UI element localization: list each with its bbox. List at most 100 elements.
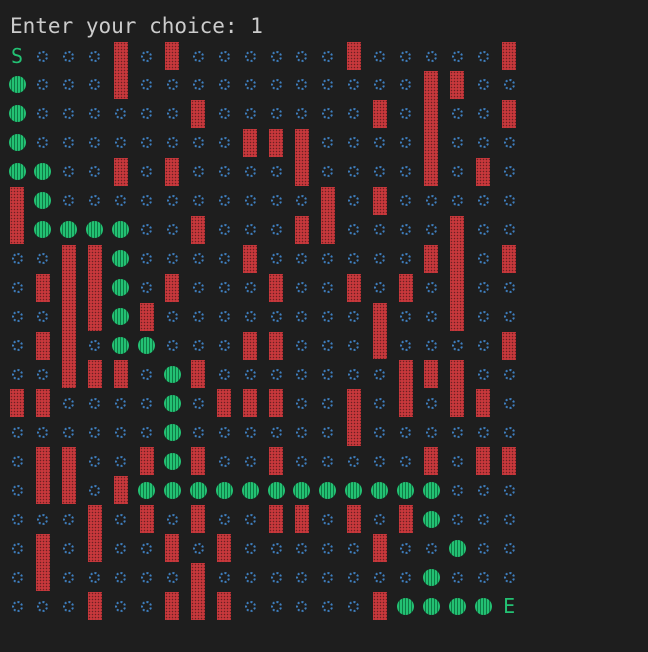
maze-wall <box>35 273 50 302</box>
maze-open-cell <box>451 195 463 207</box>
maze-open-cell <box>348 542 360 554</box>
maze-grid: SE <box>0 0 648 652</box>
maze-wall <box>269 273 283 302</box>
maze-wall <box>502 99 517 128</box>
maze-open-cell <box>477 282 489 294</box>
maze-wall <box>35 389 50 418</box>
maze-wall <box>476 447 491 476</box>
maze-open-cell <box>451 108 463 120</box>
maze-wall <box>191 215 206 244</box>
maze-open-cell <box>218 224 230 236</box>
maze-open-cell <box>348 600 360 612</box>
maze-open-cell <box>141 542 152 554</box>
maze-path-cell <box>163 452 181 470</box>
maze-open-cell <box>477 79 489 91</box>
maze-open-cell <box>477 542 489 554</box>
maze-open-cell <box>348 368 360 380</box>
maze-open-cell <box>322 253 334 265</box>
maze-open-cell <box>477 426 489 438</box>
maze-wall <box>398 505 413 534</box>
maze-path-cell <box>448 539 466 557</box>
maze-open-cell <box>451 455 463 467</box>
maze-open-cell <box>192 282 204 294</box>
maze-open-cell <box>63 137 75 149</box>
maze-open-cell <box>503 311 515 323</box>
maze-path-cell <box>8 105 26 123</box>
maze-open-cell <box>296 340 308 351</box>
maze-open-cell <box>503 224 515 236</box>
maze-path-cell <box>397 481 414 499</box>
maze-open-cell <box>244 571 256 583</box>
maze-open-cell <box>218 282 230 294</box>
maze-open-cell <box>218 455 230 467</box>
maze-open-cell <box>192 253 204 265</box>
maze-open-cell <box>115 513 127 525</box>
maze-open-cell <box>503 137 515 149</box>
maze-open-cell <box>115 542 127 554</box>
maze-open-cell <box>141 108 152 120</box>
maze-open-cell <box>63 195 75 207</box>
maze-open-cell <box>192 542 204 554</box>
maze-wall <box>217 534 232 563</box>
maze-open-cell <box>37 513 49 525</box>
maze-wall <box>269 505 283 534</box>
maze-path-cell <box>267 481 285 499</box>
maze-wall <box>476 157 491 186</box>
maze-path-cell <box>163 394 181 412</box>
maze-open-cell <box>11 253 23 265</box>
maze-open-cell <box>63 513 75 525</box>
maze-open-cell <box>166 253 178 265</box>
maze-open-cell <box>270 600 282 612</box>
maze-open-cell <box>322 513 334 525</box>
maze-open-cell <box>477 571 489 583</box>
maze-open-cell <box>244 282 256 294</box>
maze-open-cell <box>141 195 152 207</box>
maze-open-cell <box>89 397 101 409</box>
maze-wall <box>165 273 180 302</box>
maze-open-cell <box>451 340 463 351</box>
maze-wall <box>346 273 361 302</box>
maze-open-cell <box>348 455 360 467</box>
maze-wall <box>450 360 465 418</box>
maze-wall <box>398 273 413 302</box>
maze-open-cell <box>37 79 49 91</box>
maze-open-cell <box>296 571 308 583</box>
maze-wall <box>346 389 361 447</box>
maze-open-cell <box>322 368 334 380</box>
maze-open-cell <box>503 513 515 525</box>
maze-open-cell <box>244 455 256 467</box>
maze-open-cell <box>141 224 152 236</box>
maze-open-cell <box>11 455 23 467</box>
maze-open-cell <box>192 166 204 178</box>
maze-open-cell <box>451 571 463 583</box>
maze-open-cell <box>141 137 152 149</box>
maze-open-cell <box>400 137 411 149</box>
maze-open-cell <box>192 50 204 62</box>
maze-open-cell <box>89 137 101 149</box>
maze-open-cell <box>348 108 360 120</box>
maze-path-cell <box>422 481 440 499</box>
maze-open-cell <box>63 108 75 120</box>
maze-open-cell <box>348 571 360 583</box>
maze-open-cell <box>348 253 360 265</box>
maze-wall <box>450 215 465 331</box>
maze-wall <box>191 99 206 128</box>
maze-open-cell <box>244 426 256 438</box>
maze-open-cell <box>166 79 178 91</box>
maze-wall <box>139 447 154 476</box>
maze-open-cell <box>425 426 437 438</box>
maze-open-cell <box>141 571 152 583</box>
maze-open-cell <box>425 195 437 207</box>
maze-open-cell <box>89 195 101 207</box>
maze-wall <box>191 447 206 476</box>
maze-open-cell <box>244 224 256 236</box>
maze-open-cell <box>244 166 256 178</box>
maze-open-cell <box>503 368 515 380</box>
maze-wall <box>346 42 361 70</box>
maze-open-cell <box>115 426 127 438</box>
terminal-window: Enter your choice: 1 SE <box>0 0 648 652</box>
maze-path-cell <box>422 597 440 615</box>
maze-path-cell <box>422 510 440 528</box>
maze-open-cell <box>192 397 204 409</box>
maze-open-cell <box>141 397 152 409</box>
